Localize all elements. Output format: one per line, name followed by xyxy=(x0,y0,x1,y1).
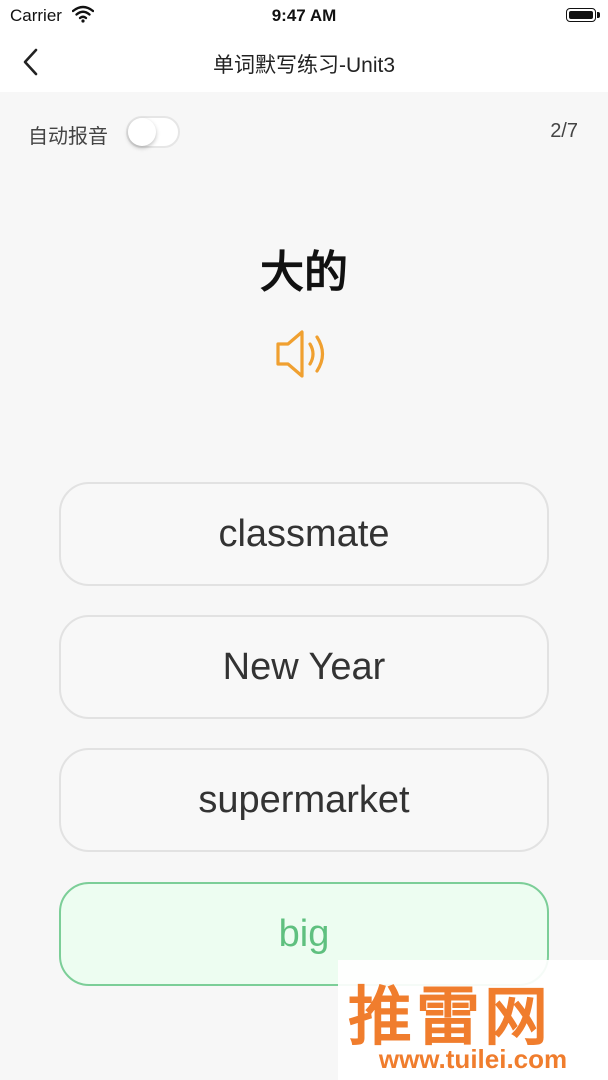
battery-icon xyxy=(566,8,600,22)
auto-play-toggle[interactable] xyxy=(126,116,180,148)
status-time: 9:47 AM xyxy=(271,6,337,25)
page-title: 单词默写练习-Unit3 xyxy=(212,54,396,77)
option-button[interactable]: classmate xyxy=(59,482,549,586)
nav-bar: 单词默写练习-Unit3 xyxy=(0,32,608,92)
option-button[interactable]: New Year xyxy=(59,615,549,719)
watermark-url: www.tuilei.com xyxy=(378,1044,568,1074)
progress-indicator: 2/7 xyxy=(550,120,578,142)
question-word: 大的 xyxy=(260,248,348,297)
status-bar: Carrier 9:47 AM xyxy=(0,0,608,32)
watermark: 推雷网 www.tuilei.com xyxy=(338,960,608,1080)
option-button[interactable]: supermarket xyxy=(59,748,549,852)
toggle-knob xyxy=(128,118,156,146)
speaker-icon[interactable] xyxy=(272,324,336,384)
auto-play-label: 自动报音 xyxy=(28,126,108,148)
